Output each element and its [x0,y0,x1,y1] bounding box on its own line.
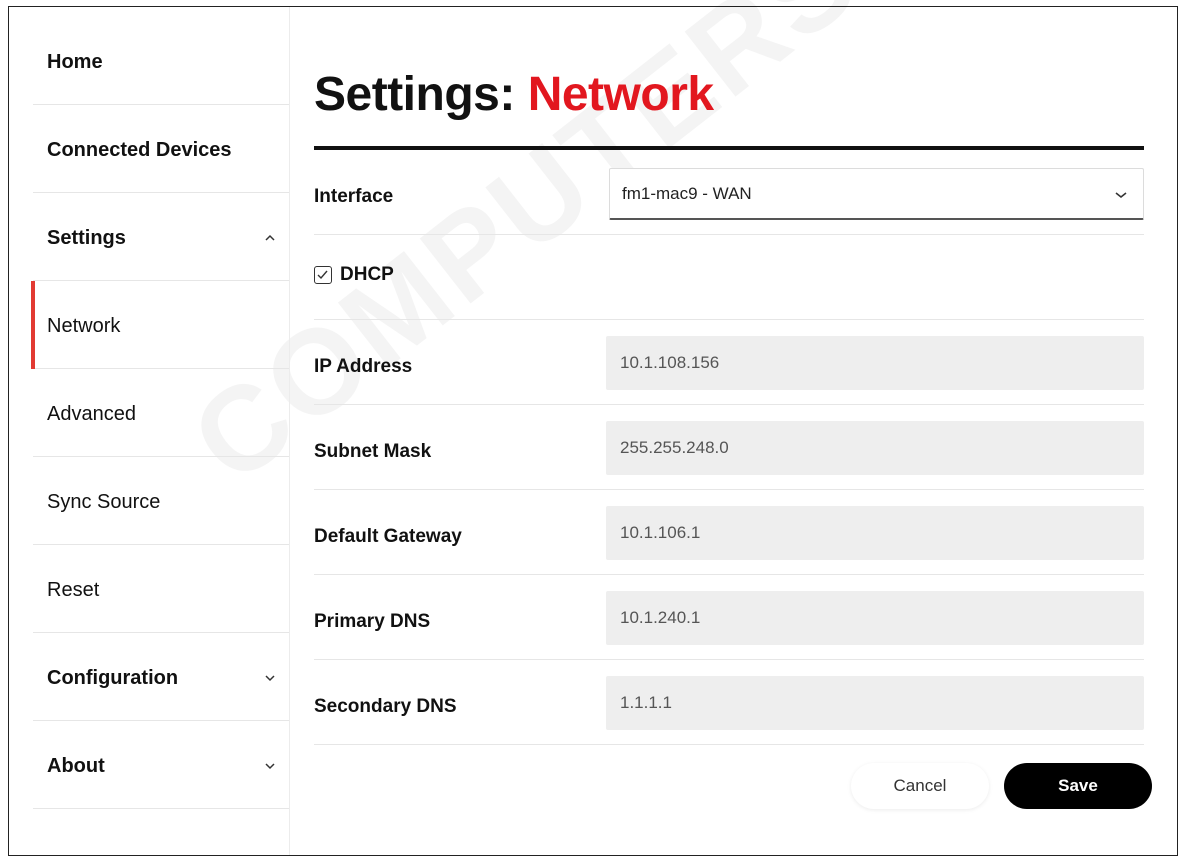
default-gateway-label: Default Gateway [314,526,462,547]
sidebar-item-label: Settings [47,227,126,249]
interface-row: Interface fm1-mac9 - WAN [314,150,1144,235]
chevron-down-icon [1115,169,1127,219]
sidebar-item-label: Configuration [47,667,179,689]
dhcp-label: DHCP [340,264,394,285]
sidebar-item-label: Sync Source [47,491,161,513]
default-gateway-row: Default Gateway 10.1.106.1 [314,490,1144,575]
interface-select-value: fm1-mac9 - WAN [622,184,752,203]
main-content: Settings: Network Interface fm1-mac9 - W… [314,7,1152,855]
primary-dns-field[interactable]: 10.1.240.1 [606,591,1144,645]
ip-address-label: IP Address [314,356,413,377]
sidebar-item-label: Reset [47,579,100,601]
sidebar-item-label: Advanced [47,403,136,425]
sidebar-item-label: Home [47,51,103,73]
sidebar-item-label: Network [47,315,121,337]
page-title-accent: Network [527,68,714,121]
sidebar-item-about[interactable]: About [33,721,289,809]
chevron-up-icon [265,229,275,245]
checkmark-icon [317,270,328,280]
primary-dns-row: Primary DNS 10.1.240.1 [314,575,1144,660]
secondary-dns-row: Secondary DNS 1.1.1.1 [314,660,1144,745]
page-title: Settings: Network [314,67,714,122]
ip-address-row: IP Address 10.1.108.156 [314,320,1144,405]
interface-label: Interface [314,186,394,207]
cancel-button[interactable]: Cancel [851,763,989,809]
secondary-dns-label: Secondary DNS [314,696,457,717]
sidebar-item-configuration[interactable]: Configuration [33,633,289,721]
sidebar-item-home[interactable]: Home [33,17,289,105]
primary-dns-label: Primary DNS [314,611,431,632]
sidebar-item-label: About [47,755,105,777]
sidebar-item-connected-devices[interactable]: Connected Devices [33,105,289,193]
subnet-mask-row: Subnet Mask 255.255.248.0 [314,405,1144,490]
sidebar-item-settings[interactable]: Settings [33,193,289,281]
subnet-mask-label: Subnet Mask [314,441,432,462]
dhcp-row: DHCP [314,235,1144,320]
sidebar: Home Connected Devices Settings Network … [9,7,290,855]
app-window: COMPUTERSCORPORATION Home Connected Devi… [8,0,1185,856]
dhcp-checkbox[interactable] [314,266,332,284]
secondary-dns-field[interactable]: 1.1.1.1 [606,676,1144,730]
sidebar-item-label: Connected Devices [47,139,232,161]
interface-select[interactable]: fm1-mac9 - WAN [609,168,1144,220]
subnet-mask-field[interactable]: 255.255.248.0 [606,421,1144,475]
default-gateway-field[interactable]: 10.1.106.1 [606,506,1144,560]
sidebar-item-network[interactable]: Network [31,281,289,369]
sidebar-item-advanced[interactable]: Advanced [33,369,289,457]
chevron-down-icon [265,669,275,685]
sidebar-item-sync-source[interactable]: Sync Source [33,457,289,545]
ip-address-field[interactable]: 10.1.108.156 [606,336,1144,390]
page-title-prefix: Settings: [314,68,515,121]
chevron-down-icon [265,757,275,773]
save-button[interactable]: Save [1004,763,1152,809]
sidebar-item-reset[interactable]: Reset [33,545,289,633]
